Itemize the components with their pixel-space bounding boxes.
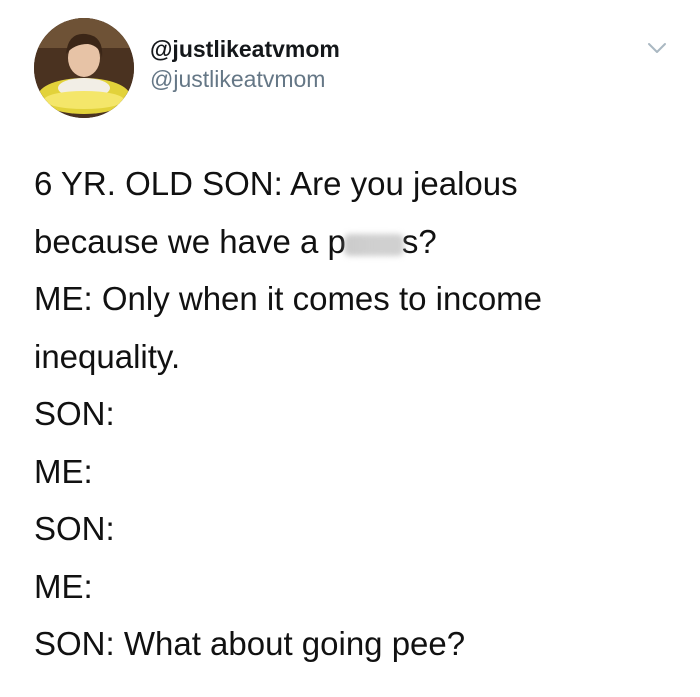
- tweet-line: ME: Only when it comes to income: [34, 280, 543, 317]
- chevron-down-icon[interactable]: [646, 40, 668, 56]
- tweet-line: SON:: [34, 395, 115, 432]
- tweet-line: ME:: [34, 452, 93, 490]
- tweet-line: SON: What about going pee?: [34, 625, 466, 662]
- censored-word: [343, 233, 404, 256]
- tweet-line: SON:: [34, 510, 115, 547]
- tweet-line-suffix: s?: [401, 222, 437, 260]
- avatar[interactable]: [34, 18, 134, 118]
- display-name[interactable]: @justlikeatvmom: [150, 34, 340, 64]
- tweet-line: inequality.: [34, 337, 181, 375]
- tweet-text: 6 YR. OLD SON: Are you jealous because w…: [34, 155, 674, 673]
- tweet-line: because we have a p s?: [34, 213, 674, 271]
- tweet-line-prefix: because we have a p: [34, 222, 346, 260]
- user-handle[interactable]: @justlikeatvmom: [150, 64, 340, 94]
- tweet-header: @justlikeatvmom @justlikeatvmom: [150, 34, 340, 94]
- tweet-line: 6 YR. OLD SON: Are you jealous: [34, 165, 518, 202]
- tweet-card: @justlikeatvmom @justlikeatvmom 6 YR. OL…: [0, 0, 700, 697]
- tweet-line: ME:: [34, 567, 93, 605]
